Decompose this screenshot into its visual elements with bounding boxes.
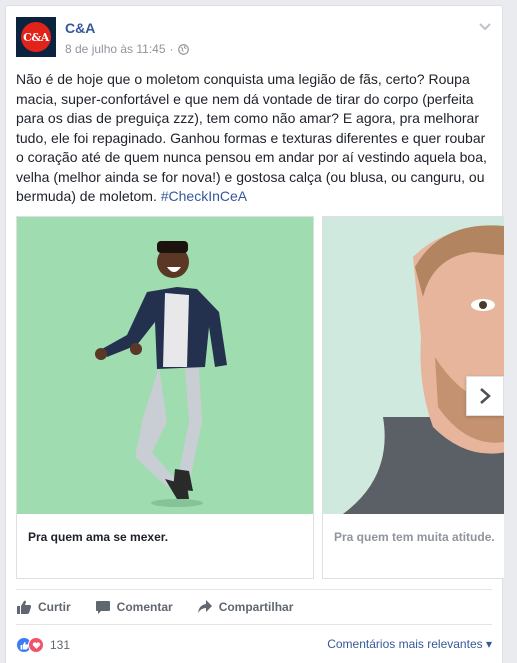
post-footer: 131 Comentários mais relevantes ▾ [16,632,492,658]
card-caption: Pra quem tem muita atitude. [334,530,495,544]
like-button[interactable]: Curtir [16,599,71,615]
like-label: Curtir [38,600,71,614]
thumbs-up-icon [17,600,31,614]
globe-icon [177,43,189,55]
post-meta: 8 de julho às 11:45 · [65,42,189,56]
carousel-card[interactable]: Pra quem ama se mexer. [16,216,314,579]
carousel: Pra quem ama se mexer. Pra quem tem muit… [16,216,504,581]
meta-separator: · [169,42,174,56]
portrait-illustration [343,225,504,514]
post-header: C&A C&A 8 de julho às 11:45 · [16,17,492,61]
comment-sort-dropdown[interactable]: Comentários mais relevantes ▾ [327,637,492,651]
post-body: Não é de hoje que o moletom conquista um… [16,70,494,207]
action-bar: Curtir Comentar Compartilhar [16,589,492,625]
dancing-man-illustration [95,241,227,507]
sort-label: Comentários mais relevantes [327,637,483,651]
caret-down-icon: ▾ [485,637,492,651]
page-avatar[interactable]: C&A [16,17,56,57]
share-label: Compartilhar [218,600,294,614]
avatar-logo: C&A [21,22,51,52]
comment-button[interactable]: Comentar [95,599,173,615]
chevron-right-icon [480,388,491,404]
comment-label: Comentar [116,600,173,614]
page-name-link[interactable]: C&A [65,20,95,36]
card-image[interactable] [323,217,504,514]
card-image[interactable] [17,217,313,514]
card-caption: Pra quem ama se mexer. [28,530,169,544]
reaction-count: 131 [50,638,71,652]
hashtag-link[interactable]: #CheckInCeA [161,188,247,204]
carousel-next-button[interactable] [466,376,504,416]
comment-icon [95,601,110,614]
post-card: C&A C&A 8 de julho às 11:45 · Não é de h… [5,5,504,663]
post-timestamp[interactable]: 8 de julho às 11:45 [65,42,166,56]
love-reaction-icon [28,637,44,653]
share-button[interactable]: Compartilhar [197,599,294,615]
post-text: Não é de hoje que o moletom conquista um… [16,71,487,204]
chevron-down-icon[interactable] [478,19,492,33]
reactions-summary[interactable]: 131 [16,637,70,653]
share-icon [197,600,212,613]
